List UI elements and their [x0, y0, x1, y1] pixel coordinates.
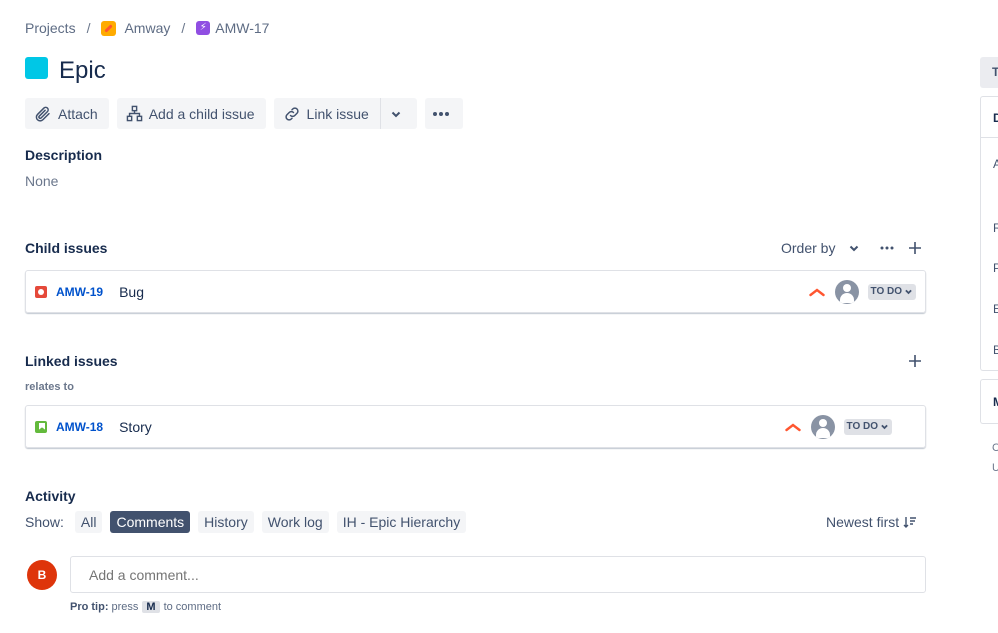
link-issue-group: Link issue	[273, 98, 417, 129]
side-panel-details: D A R P E B	[980, 96, 998, 371]
side-letter: A	[993, 157, 998, 171]
filter-history[interactable]: History	[198, 511, 254, 533]
add-child-issue-button[interactable]: Add a child issue	[116, 98, 266, 129]
protip-label: Pro tip:	[70, 601, 109, 613]
status-dropdown[interactable]: TO DO	[843, 418, 892, 435]
protip-post: to comment	[163, 601, 222, 613]
side-letter: T	[992, 65, 998, 79]
priority-high-icon	[808, 287, 825, 296]
title-row: Epic	[25, 57, 106, 85]
comment-input[interactable]	[70, 556, 926, 593]
chevron-down-icon	[850, 245, 859, 252]
pro-tip: Pro tip: press M to comment	[70, 601, 221, 613]
filter-comments[interactable]: Comments	[110, 511, 191, 533]
activity-heading: Activity	[25, 488, 76, 504]
issue-toolbar: Attach Add a child issue Link issue	[25, 98, 471, 129]
status-dropdown[interactable]: TO DO	[867, 283, 916, 300]
child-issue-key[interactable]: AMW-19	[56, 285, 103, 299]
more-icon	[432, 111, 449, 116]
show-label: Show:	[25, 514, 64, 530]
child-issue-row[interactable]: AMW-19 Bug TO DO	[25, 270, 926, 313]
side-panel-status-button[interactable]: T	[980, 57, 998, 88]
status-label: TO DO	[846, 421, 878, 432]
add-child-label: Add a child issue	[148, 105, 255, 122]
linked-issue-row[interactable]: AMW-18 Story TO DO	[25, 405, 926, 448]
link-icon	[284, 106, 299, 121]
bug-icon	[35, 285, 47, 298]
status-label: TO DO	[870, 286, 902, 297]
filter-work-log[interactable]: Work log	[261, 511, 329, 533]
attach-button[interactable]: Attach	[25, 98, 109, 129]
chevron-down-icon	[881, 424, 888, 430]
filter-epic-hierarchy[interactable]: IH - Epic Hierarchy	[336, 511, 467, 533]
order-by-label: Order by	[781, 240, 836, 256]
breadcrumb-separator: /	[86, 20, 91, 36]
order-by-button[interactable]: Order by	[781, 240, 860, 256]
more-icon[interactable]	[880, 246, 894, 250]
breadcrumb-projects[interactable]: Projects	[25, 20, 76, 36]
linked-issue-summary[interactable]: Story	[119, 419, 152, 435]
breadcrumb-project-label: Amway	[124, 20, 171, 36]
assignee-avatar[interactable]	[834, 279, 859, 304]
filter-all[interactable]: All	[74, 511, 103, 533]
relation-label: relates to	[25, 381, 74, 393]
paperclip-icon	[35, 106, 50, 122]
add-link-plus-icon[interactable]	[908, 354, 922, 368]
side-panel-more-fields[interactable]: M	[980, 379, 998, 424]
breadcrumb-issue-label: AMW-17	[215, 20, 270, 36]
side-letter: C	[992, 442, 998, 454]
breadcrumb-issue[interactable]: ⚡ AMW-17	[196, 20, 269, 36]
link-issue-label: Link issue	[306, 105, 369, 122]
chevron-down-icon	[905, 289, 912, 295]
current-user-avatar: B	[27, 560, 57, 590]
side-letter: P	[993, 261, 998, 275]
assignee-avatar[interactable]	[810, 414, 835, 439]
sort-label: Newest first	[826, 514, 900, 530]
issue-title[interactable]: Epic	[59, 57, 106, 85]
side-letter: B	[993, 343, 998, 357]
side-letter: U	[992, 462, 998, 474]
sort-button[interactable]: Newest first	[826, 514, 917, 530]
breadcrumb-separator: /	[181, 20, 186, 36]
priority-high-icon	[784, 422, 801, 431]
sort-icon	[903, 517, 917, 528]
breadcrumb-project[interactable]: Amway	[101, 20, 170, 36]
link-issue-dropdown[interactable]	[379, 98, 417, 129]
child-issue-summary[interactable]: Bug	[119, 284, 144, 300]
child-issues-heading: Child issues	[25, 240, 108, 256]
linked-issue-meta: TO DO	[784, 414, 892, 439]
attach-label: Attach	[58, 105, 98, 122]
project-icon	[101, 20, 117, 36]
linked-issue-key[interactable]: AMW-18	[56, 420, 103, 434]
protip-pre: press	[111, 601, 139, 613]
linked-issues-heading: Linked issues	[25, 353, 118, 369]
issue-type-icon[interactable]	[25, 57, 48, 79]
chevron-down-icon	[391, 111, 401, 117]
hierarchy-icon	[126, 105, 142, 122]
breadcrumb: Projects / Amway / ⚡ AMW-17	[25, 20, 269, 36]
side-letter: D	[993, 111, 998, 125]
more-actions-button[interactable]	[424, 98, 463, 129]
side-letter: R	[993, 221, 998, 235]
shortcut-key: M	[142, 601, 160, 613]
description-heading: Description	[25, 147, 103, 163]
activity-filters: Show: All Comments History Work log IH -…	[25, 511, 467, 533]
child-issues-controls: Order by	[781, 240, 922, 256]
story-icon	[35, 420, 47, 433]
side-letter: E	[993, 302, 998, 316]
child-issue-meta: TO DO	[808, 279, 916, 304]
link-issue-button[interactable]: Link issue	[273, 98, 380, 129]
side-letter: M	[993, 395, 998, 409]
epic-icon: ⚡	[196, 21, 211, 35]
description-value[interactable]: None	[25, 173, 58, 189]
add-child-plus-icon[interactable]	[908, 241, 922, 255]
